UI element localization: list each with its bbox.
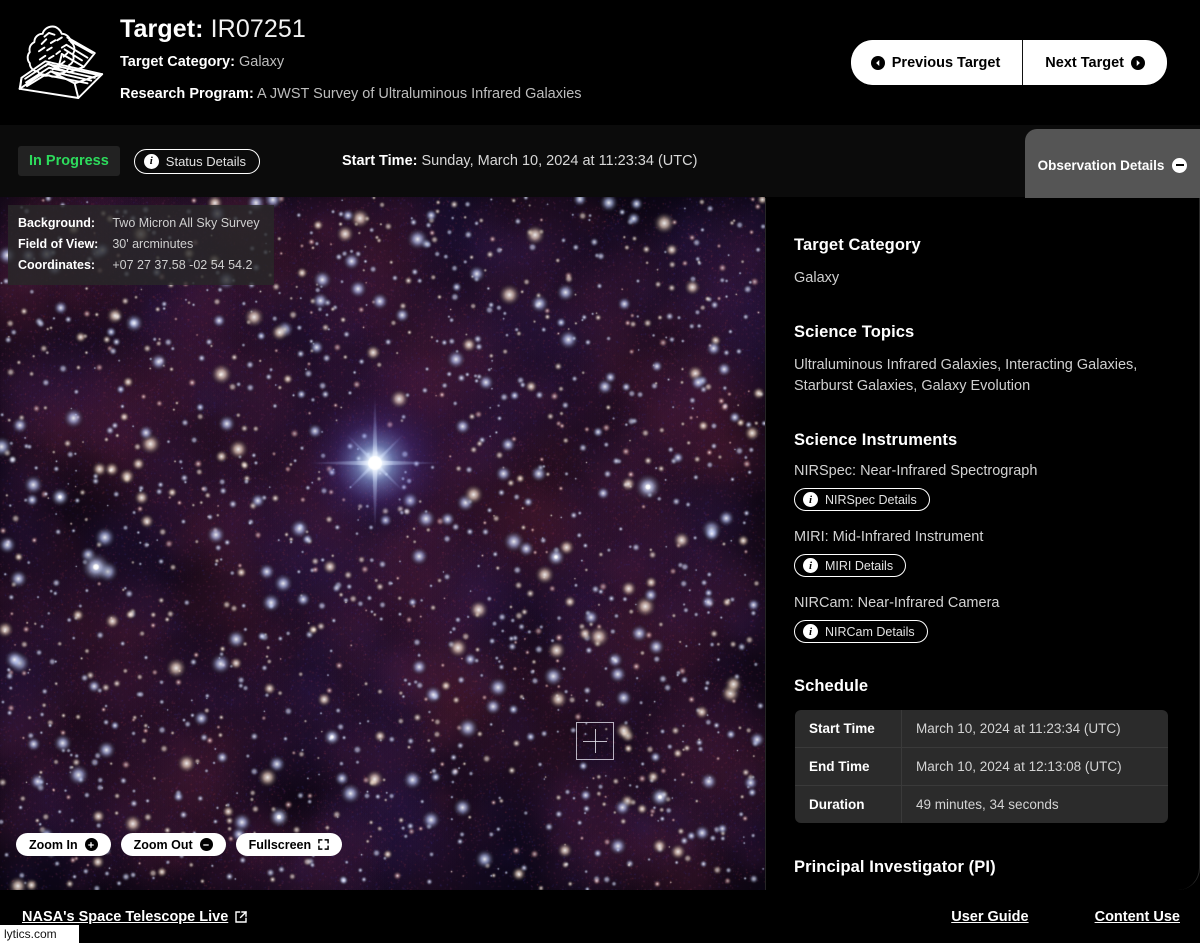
schedule-key: Start Time xyxy=(795,710,902,748)
target-category-heading: Target Category xyxy=(794,236,921,254)
instrument-name: MIRI: Mid-Infrared Instrument xyxy=(794,529,984,545)
nircam-details-label: NIRCam Details xyxy=(825,624,915,639)
schedule-key: End Time xyxy=(795,747,902,786)
science-instruments-heading: Science Instruments xyxy=(794,431,958,449)
research-program-label: Research Program: xyxy=(120,86,254,102)
footer-links: User Guide Content Use xyxy=(951,909,1180,925)
background-label: Background: xyxy=(18,216,96,230)
section-target-category: Target Category Galaxy xyxy=(794,236,1169,289)
external-link-icon xyxy=(234,910,248,924)
miri-details-label: MIRI Details xyxy=(825,558,894,573)
nirspec-details-button[interactable]: i NIRSpec Details xyxy=(794,488,930,511)
sky-image-viewer[interactable]: Background: Two Micron All Sky Survey Fi… xyxy=(0,197,765,890)
target-name: IR07251 xyxy=(210,15,306,43)
page-footer: NASA's Space Telescope Live User Guide C… xyxy=(0,890,1200,943)
start-time-value: Sunday, March 10, 2024 at 11:23:34 (UTC) xyxy=(421,153,698,169)
nasa-space-telescope-live-link[interactable]: NASA's Space Telescope Live xyxy=(22,909,248,925)
arrow-right-circle-icon xyxy=(1131,55,1145,70)
info-circle-icon: i xyxy=(143,153,159,169)
arrow-left-circle-icon xyxy=(870,55,885,70)
target-label: Target: xyxy=(120,15,204,43)
plus-circle-icon xyxy=(84,838,98,851)
coordinates-label: Coordinates: xyxy=(18,258,96,272)
target-category-text: Galaxy xyxy=(794,270,840,286)
start-time-label: Start Time: xyxy=(341,153,418,169)
browser-status-url: lytics.com xyxy=(0,925,79,943)
table-row: Duration 49 minutes, 34 seconds xyxy=(795,785,1168,823)
star-field-image[interactable] xyxy=(0,197,765,890)
science-topics-text: Ultraluminous Infrared Galaxies, Interac… xyxy=(794,357,1138,394)
expand-icon xyxy=(318,839,329,850)
zoom-out-label: Zoom Out xyxy=(133,837,193,852)
schedule-key: Duration xyxy=(795,785,902,823)
table-row: Start Time March 10, 2024 at 11:23:34 (U… xyxy=(795,710,1168,748)
schedule-value: March 10, 2024 at 11:23:34 (UTC) xyxy=(901,710,1168,748)
research-program-value: A JWST Survey of Ultraluminous Infrared … xyxy=(257,86,582,102)
status-details-button[interactable]: i Status Details xyxy=(133,148,260,174)
schedule-heading: Schedule xyxy=(794,677,869,695)
status-badge: In Progress xyxy=(18,146,120,176)
overlay-row-coordinates: Coordinates: +07 27 37.58 -02 54 54.2 xyxy=(18,255,260,276)
jwst-telescope-logo-icon xyxy=(0,0,120,125)
overlay-row-fov: Field of View: 30' arcminutes xyxy=(18,234,260,255)
field-of-view-value: 30' arcminutes xyxy=(112,237,194,251)
minus-circle-icon xyxy=(1172,157,1188,173)
user-guide-link[interactable]: User Guide xyxy=(951,909,1028,925)
zoom-in-label: Zoom In xyxy=(29,837,78,852)
principal-investigator-heading: Principal Investigator (PI) xyxy=(794,858,996,876)
page-root: Target: IR07251 Target Category: Galaxy … xyxy=(0,0,1200,943)
zoom-out-button[interactable]: Zoom Out xyxy=(120,833,226,856)
coordinates-value: +07 27 37.58 -02 54 54.2 xyxy=(112,258,253,272)
observation-details-toggle[interactable]: Observation Details xyxy=(1025,129,1200,201)
viewer-controls: Zoom In Zoom Out Fullscreen xyxy=(16,833,343,856)
observation-status-bar: In Progress i Status Details Start Time:… xyxy=(0,125,1200,197)
observation-details-label: Observation Details xyxy=(1037,157,1165,173)
nircam-details-button[interactable]: i NIRCam Details xyxy=(794,620,928,643)
section-principal-investigator: Principal Investigator (PI) Lee Armus xyxy=(794,858,1169,890)
status-details-label: Status Details xyxy=(165,153,246,169)
info-circle-icon: i xyxy=(803,558,818,573)
content-use-link[interactable]: Content Use xyxy=(1095,909,1180,925)
observation-details-panel: Target Category Galaxy Science Topics Ul… xyxy=(765,198,1200,890)
schedule-table: Start Time March 10, 2024 at 11:23:34 (U… xyxy=(794,709,1169,824)
miri-details-button[interactable]: i MIRI Details xyxy=(794,554,907,577)
info-circle-icon: i xyxy=(803,624,818,639)
start-time-line: Start Time: Sunday, March 10, 2024 at 11… xyxy=(342,153,697,169)
zoom-in-button[interactable]: Zoom In xyxy=(16,833,111,856)
next-target-label: Next Target xyxy=(1045,54,1124,71)
page-header: Target: IR07251 Target Category: Galaxy … xyxy=(0,0,1200,125)
section-science-instruments: Science Instruments NIRSpec: Near-Infrar… xyxy=(794,431,1169,643)
schedule-value: March 10, 2024 at 12:13:08 (UTC) xyxy=(901,747,1168,786)
instrument-miri: MIRI: Mid-Infrared Instrument i MIRI Det… xyxy=(794,529,1169,577)
next-target-button[interactable]: Next Target xyxy=(1023,40,1167,85)
target-category-label: Target Category: xyxy=(120,54,235,70)
instrument-name: NIRCam: Near-Infrared Camera xyxy=(794,595,1000,611)
target-category-value: Galaxy xyxy=(238,54,285,70)
minus-circle-icon xyxy=(199,838,213,851)
instrument-nircam: NIRCam: Near-Infrared Camera i NIRCam De… xyxy=(794,595,1169,643)
section-science-topics: Science Topics Ultraluminous Infrared Ga… xyxy=(794,323,1169,397)
background-value: Two Micron All Sky Survey xyxy=(112,216,260,230)
table-row: End Time March 10, 2024 at 12:13:08 (UTC… xyxy=(795,747,1168,786)
target-navigation: Previous Target Next Target xyxy=(850,40,1167,85)
image-info-overlay: Background: Two Micron All Sky Survey Fi… xyxy=(8,205,274,285)
fullscreen-button[interactable]: Fullscreen xyxy=(235,833,343,856)
site-link-label: NASA's Space Telescope Live xyxy=(22,908,229,925)
previous-target-label: Previous Target xyxy=(891,54,1001,71)
info-circle-icon: i xyxy=(803,492,818,507)
fullscreen-label: Fullscreen xyxy=(248,837,312,852)
science-topics-heading: Science Topics xyxy=(794,323,915,341)
section-schedule: Schedule Start Time March 10, 2024 at 11… xyxy=(794,677,1169,824)
schedule-value: 49 minutes, 34 seconds xyxy=(901,785,1168,823)
field-of-view-label: Field of View: xyxy=(18,237,99,251)
nirspec-details-label: NIRSpec Details xyxy=(825,492,917,507)
overlay-row-background: Background: Two Micron All Sky Survey xyxy=(18,213,260,234)
crosshair-target-reticle-icon xyxy=(576,722,614,760)
instrument-name: NIRSpec: Near-Infrared Spectrograph xyxy=(794,463,1038,479)
instrument-nirspec: NIRSpec: Near-Infrared Spectrograph i NI… xyxy=(794,463,1169,511)
previous-target-button[interactable]: Previous Target xyxy=(850,40,1024,85)
